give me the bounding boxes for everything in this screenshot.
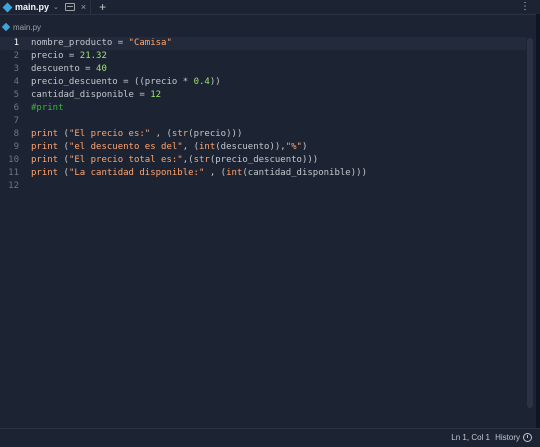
code-token: (cantidad_disponible))) bbox=[242, 168, 367, 178]
code-token: "Camisa" bbox=[128, 38, 172, 48]
history-button[interactable]: History bbox=[495, 433, 520, 442]
code-editor[interactable]: 1 nombre_producto = "Camisa" 2 precio = 21.… bbox=[0, 37, 526, 408]
code-token: 21.32 bbox=[79, 51, 107, 61]
line-number: 6 bbox=[13, 103, 19, 113]
code-token: , ( bbox=[150, 129, 172, 139]
tab-main-py[interactable]: main.py ⌄ × bbox=[0, 0, 92, 14]
code-line[interactable]: 7 bbox=[0, 115, 526, 128]
line-number: 1 bbox=[13, 38, 19, 48]
code-token: precio = bbox=[31, 51, 80, 61]
code-token: "El precio es:" bbox=[68, 129, 151, 139]
code-token: (descuento)), bbox=[215, 142, 286, 152]
code-line[interactable]: 2 precio = 21.32 bbox=[0, 50, 526, 63]
line-code[interactable]: print ("el descuento es del", (int(descu… bbox=[31, 141, 307, 154]
line-number: 10 bbox=[8, 155, 19, 165]
code-line[interactable]: 1 nombre_producto = "Camisa" bbox=[0, 37, 526, 50]
code-token: print bbox=[31, 155, 59, 165]
code-line[interactable]: 10 print ("El precio total es:",(str(prec… bbox=[0, 154, 526, 167]
line-number: 9 bbox=[13, 142, 19, 152]
code-token: 0.4 bbox=[193, 77, 210, 87]
cursor-position[interactable]: Ln 1, Col 1 bbox=[451, 433, 490, 442]
line-number: 5 bbox=[13, 90, 19, 100]
code-token: print bbox=[31, 129, 59, 139]
close-icon[interactable]: × bbox=[81, 2, 86, 12]
line-number: 2 bbox=[13, 51, 19, 61]
code-token: , ( bbox=[204, 168, 227, 178]
code-token: )) bbox=[209, 77, 221, 87]
line-code[interactable]: print ("El precio total es:",(str(precio… bbox=[31, 154, 318, 167]
vertical-scrollbar[interactable] bbox=[526, 38, 534, 408]
code-line[interactable]: 11 print ("La cantidad disponible:" , (in… bbox=[0, 167, 526, 180]
code-token: 40 bbox=[96, 64, 107, 74]
line-number: 3 bbox=[13, 64, 19, 74]
code-line[interactable]: 8 print ("El precio es:" , (str(precio))) bbox=[0, 128, 526, 141]
code-token: "%" bbox=[285, 142, 302, 152]
line-code[interactable]: precio = 21.32 bbox=[31, 50, 107, 63]
breadcrumb: main.py bbox=[0, 20, 41, 34]
code-line[interactable]: 9 print ("el descuento es del", (int(desc… bbox=[0, 141, 526, 154]
line-number: 8 bbox=[13, 129, 19, 139]
code-token: 12 bbox=[150, 90, 162, 100]
code-token: "el descuento es del" bbox=[68, 142, 183, 152]
line-code[interactable]: nombre_producto = "Camisa" bbox=[31, 37, 172, 50]
panel-resize-handle[interactable] bbox=[536, 14, 540, 428]
python-file-icon bbox=[2, 2, 13, 12]
line-code[interactable]: cantidad_disponible = 12 bbox=[31, 89, 161, 102]
status-bar: Ln 1, Col 1 History bbox=[0, 428, 540, 447]
code-token: "La cantidad disponible:" bbox=[68, 168, 205, 178]
line-code[interactable]: descuento = 40 bbox=[31, 63, 107, 76]
code-token: ) bbox=[301, 142, 308, 152]
code-token: nombre_producto = bbox=[31, 38, 129, 48]
python-file-icon bbox=[1, 22, 11, 32]
scrollbar-thumb[interactable] bbox=[527, 38, 533, 408]
code-token: ,( bbox=[182, 155, 194, 165]
code-token: , ( bbox=[182, 142, 199, 152]
line-number: 11 bbox=[8, 168, 19, 178]
code-token: #print bbox=[31, 103, 64, 113]
code-token: int bbox=[199, 142, 216, 152]
add-tab-icon[interactable]: + bbox=[99, 1, 106, 13]
code-token: ( bbox=[58, 129, 69, 139]
code-token: str bbox=[193, 155, 210, 165]
code-token: precio_descuento = ((precio * bbox=[31, 77, 194, 87]
code-token: (precio))) bbox=[188, 129, 243, 139]
code-line[interactable]: 12 bbox=[0, 180, 526, 193]
tab-bar: main.py ⌄ × + ⋮ bbox=[0, 0, 540, 15]
history-icon[interactable] bbox=[523, 433, 532, 442]
code-token: str bbox=[171, 129, 189, 139]
code-line[interactable]: 6 #print bbox=[0, 102, 526, 115]
code-token: print bbox=[31, 168, 59, 178]
code-token: print bbox=[31, 142, 59, 152]
code-token: ( bbox=[58, 155, 69, 165]
line-code[interactable]: print ("El precio es:" , (str(precio))) bbox=[31, 128, 242, 141]
breadcrumb-filename[interactable]: main.py bbox=[13, 23, 41, 32]
code-token: ( bbox=[58, 142, 69, 152]
code-token: "El precio total es:" bbox=[68, 155, 183, 165]
line-code[interactable]: print ("La cantidad disponible:" , (int(… bbox=[31, 167, 367, 180]
code-token: cantidad_disponible = bbox=[31, 90, 151, 100]
code-token: (precio_descuento))) bbox=[209, 155, 319, 165]
code-line[interactable]: 4 precio_descuento = ((precio * 0.4)) bbox=[0, 76, 526, 89]
kebab-menu-icon[interactable]: ⋮ bbox=[520, 1, 530, 12]
code-token: descuento = bbox=[31, 64, 97, 74]
line-code[interactable]: precio_descuento = ((precio * 0.4)) bbox=[31, 76, 221, 89]
code-line[interactable]: 5 cantidad_disponible = 12 bbox=[0, 89, 526, 102]
code-token: ( bbox=[58, 168, 69, 178]
code-line[interactable]: 3 descuento = 40 bbox=[0, 63, 526, 76]
line-number: 4 bbox=[13, 77, 19, 87]
line-number: 12 bbox=[8, 181, 19, 191]
code-token: int bbox=[226, 168, 243, 178]
line-code[interactable]: #print bbox=[31, 102, 64, 115]
tab-label: main.py bbox=[15, 2, 50, 12]
chevron-down-icon[interactable]: ⌄ bbox=[53, 3, 59, 11]
panel-icon[interactable] bbox=[64, 3, 75, 11]
line-number: 7 bbox=[13, 116, 19, 126]
